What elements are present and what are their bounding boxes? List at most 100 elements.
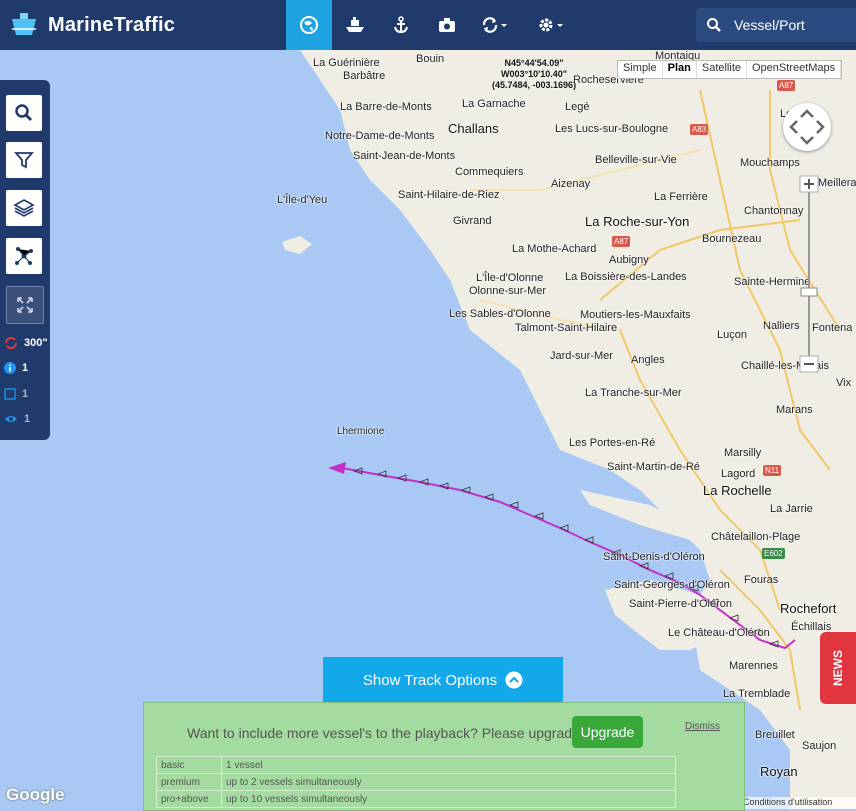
nav-vessels-button[interactable] (332, 0, 378, 50)
map-type-simple[interactable]: Simple (618, 61, 663, 78)
place-label: Saint-Martin-de-Ré (607, 461, 700, 473)
plan-name: basic (156, 756, 222, 774)
plan-name: pro+above (156, 790, 222, 808)
vessel-port-search[interactable]: Vessel/Port (696, 8, 856, 42)
fullscreen-button[interactable] (6, 286, 44, 324)
nav-photos-button[interactable] (424, 0, 470, 50)
map-type-openstreetmaps[interactable]: OpenStreetMaps (747, 61, 842, 78)
zoom-out-button[interactable] (799, 355, 819, 373)
place-label: La Jarrie (770, 503, 813, 515)
plan-name: premium (156, 773, 222, 791)
place-label: Givrand (453, 215, 492, 227)
place-label: Marennes (729, 660, 778, 672)
google-logo: Google (6, 785, 65, 804)
globe-icon (300, 16, 318, 34)
show-track-options-label: Show Track Options (362, 671, 498, 689)
news-label: NEWS (831, 650, 845, 686)
info-count-value: 1 (22, 362, 29, 374)
place-label: Moutiers-les-Mauxfaits (580, 309, 691, 321)
place-label: La Garnache (462, 98, 526, 110)
road-badge: A87 (612, 236, 631, 247)
place-label: Lagord (721, 468, 756, 480)
place-label: Belleville-sur-Vie (595, 154, 677, 166)
map-tools-sidebar: 300" 1 1 1 (0, 80, 50, 440)
place-label: Les Portes-en-Ré (569, 437, 656, 449)
filter-button[interactable] (6, 142, 42, 178)
eye-count[interactable]: 1 (4, 413, 30, 425)
place-label: Saujon (802, 740, 837, 752)
table-row: premium up to 2 vessels simultaneously (156, 773, 676, 791)
place-label: Marsilly (724, 447, 762, 459)
table-row: pro+above up to 10 vessels simultaneousl… (156, 790, 676, 808)
refresh-icon (5, 337, 17, 349)
place-label: Meillera (818, 177, 856, 189)
map-type-plan[interactable]: Plan (663, 61, 697, 78)
place-label: Rochefort (780, 601, 837, 616)
refresh-interval[interactable]: 300" (4, 336, 48, 350)
place-label: Saint-Jean-de-Monts (353, 150, 456, 162)
brand-logo[interactable]: MarineTraffic (8, 8, 175, 42)
vessel-name-label[interactable]: Lhermione (337, 426, 384, 437)
eye-count-value: 1 (24, 413, 31, 425)
upgrade-panel: Want to include more vessel's to the pla… (143, 702, 745, 811)
place-label: Commequiers (455, 166, 524, 178)
plan-desc: up to 10 vessels simultaneously (221, 790, 676, 808)
place-label: Châtelaillon-Plage (711, 531, 801, 543)
place-label: Les Lucs-sur-Boulogne (555, 123, 669, 135)
brand-name: MarineTraffic (48, 13, 176, 36)
terms-of-use-link[interactable]: Conditions d'utilisation (743, 797, 856, 809)
place-label: Breuillet (755, 729, 795, 741)
info-icon (4, 362, 16, 374)
place-label: La Tranche-sur-Mer (585, 387, 682, 399)
coord-lat: N45°44'54.09" (504, 58, 564, 68)
layers-icon (13, 199, 35, 217)
refresh-interval-value: 300" (24, 337, 48, 349)
place-label: Talmont-Saint-Hilaire (515, 322, 618, 334)
place-label: Challans (448, 121, 499, 136)
place-label: La Rochelle (703, 483, 772, 498)
pan-control[interactable] (783, 103, 831, 151)
zoom-in-button[interactable] (799, 175, 819, 193)
place-label: Saint-Denis-d'Oléron (603, 551, 705, 563)
search-placeholder: Vessel/Port (734, 17, 805, 33)
place-label: Saint-Georges-d'Oléron (614, 579, 730, 591)
place-label: Angles (631, 354, 665, 366)
nav-settings-menu-button[interactable] (526, 0, 576, 50)
network-tools-button[interactable] (6, 238, 42, 274)
dismiss-link[interactable]: Dismiss (685, 721, 720, 732)
place-label: Bournezeau (702, 233, 762, 245)
place-label: Luçon (717, 329, 747, 341)
nav-live-map-button[interactable] (286, 0, 332, 50)
zoom-slider-handle[interactable] (800, 287, 818, 297)
info-count[interactable]: 1 (4, 362, 28, 374)
expand-icon (17, 297, 33, 313)
place-label: Barbâtre (343, 70, 386, 82)
box-count[interactable]: 1 (4, 388, 28, 400)
road-badge: N11 (763, 465, 782, 476)
layers-button[interactable] (6, 190, 42, 226)
place-label: Les Sables-d'Olonne (449, 308, 551, 320)
zoom-track (808, 189, 810, 359)
place-label: Legé (565, 101, 590, 113)
upgrade-button[interactable]: Upgrade (572, 716, 643, 748)
map-type-satellite[interactable]: Satellite (697, 61, 747, 78)
place-label: L'Île-d'Olonne (476, 272, 544, 284)
nav-refresh-menu-button[interactable] (470, 0, 520, 50)
upgrade-message: Want to include more vessel's to the pla… (187, 725, 580, 741)
road-badge: A83 (690, 124, 709, 135)
plans-table: basic 1 vessel premium up to 2 vessels s… (156, 756, 676, 808)
map-search-button[interactable] (6, 95, 42, 131)
road-badge: E602 (762, 548, 785, 559)
anchor-icon (394, 16, 408, 34)
news-tab[interactable]: NEWS (820, 632, 856, 704)
place-label: Chantonnay (744, 205, 804, 217)
place-label: Aubigny (609, 254, 649, 266)
network-icon (15, 247, 33, 265)
show-track-options-button[interactable]: Show Track Options (323, 657, 563, 703)
zoom-control (799, 175, 819, 375)
chevron-up-circle-icon (505, 671, 523, 689)
nav-ports-button[interactable] (378, 0, 424, 50)
place-label: Nalliers (763, 320, 800, 332)
place-label: Saint-Hilaire-de-Riez (398, 189, 500, 201)
filter-icon (14, 152, 34, 169)
